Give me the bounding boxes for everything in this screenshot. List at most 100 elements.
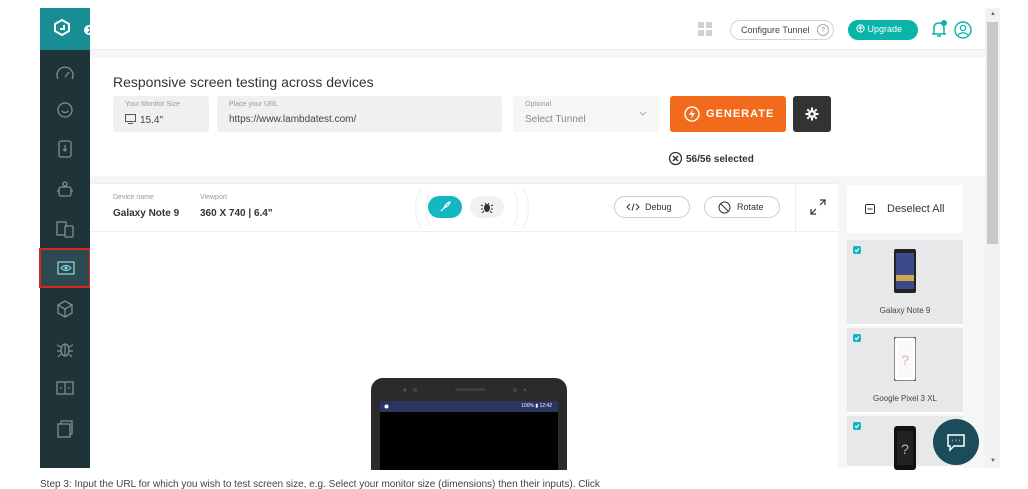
chevron-down-icon — [639, 111, 647, 116]
files-icon — [57, 420, 73, 438]
rotate-icon — [718, 201, 731, 214]
scroll-up-arrow[interactable]: ▲ — [990, 11, 996, 17]
scroll-thumb[interactable] — [987, 22, 998, 244]
chat-bubble-icon — [947, 434, 965, 452]
sidebar-item-automation[interactable] — [40, 92, 90, 128]
check-icon — [854, 248, 860, 253]
device-card-name: Galaxy Note 9 — [879, 306, 931, 315]
phone-thumbnail: ? — [894, 426, 916, 470]
monitor-size-label: Your Monitor Size — [125, 101, 180, 108]
smiley-icon — [57, 102, 73, 118]
sidebar-item-screenshots[interactable] — [40, 210, 90, 246]
rotate-button[interactable]: Rotate — [704, 196, 780, 218]
gear-icon — [805, 107, 819, 121]
page-title: Responsive screen testing across devices — [113, 74, 374, 90]
live-mode-toggle[interactable] — [428, 196, 462, 218]
configure-tunnel-button[interactable]: Configure Tunnel ? — [730, 20, 834, 40]
device-checkbox[interactable] — [853, 334, 861, 342]
chat-button[interactable] — [933, 419, 979, 465]
debug-mode-toggle[interactable] — [470, 196, 504, 218]
app-window: Configure Tunnel ? Upgrade Responsive sc… — [0, 0, 1028, 489]
device-checkbox[interactable] — [853, 422, 861, 430]
url-label: Place your URL — [229, 101, 279, 108]
device-preview-panel: Device name Galaxy Note 9 Viewport 360 X… — [90, 183, 838, 470]
minus-square-icon — [865, 204, 875, 214]
deselect-all-button[interactable]: Deselect All — [847, 185, 963, 233]
sidebar-item-test-logs[interactable] — [40, 410, 90, 446]
google-pixel-3-xl-thumbnail: ? — [894, 337, 916, 381]
user-avatar-icon[interactable] — [954, 21, 972, 39]
sidebar-item-responsive[interactable] — [39, 248, 91, 288]
viewport-value: 360 X 740 | 6.4" — [200, 208, 273, 219]
configure-tunnel-label: Configure Tunnel — [741, 25, 810, 35]
sidebar-item-app-testing[interactable] — [40, 130, 90, 166]
upgrade-arrow-icon — [856, 24, 865, 33]
code-icon — [626, 203, 640, 211]
sidebar-item-lt-browser[interactable] — [40, 290, 90, 326]
lambdatest-logo-icon — [54, 18, 70, 37]
device-toolbar: Device name Galaxy Note 9 Viewport 360 X… — [90, 184, 838, 232]
toolbar-divider — [795, 184, 796, 232]
generate-button[interactable]: GENERATE — [670, 96, 786, 132]
device-checkbox[interactable] — [853, 246, 861, 254]
device-card[interactable]: ? Google Pixel 3 XL — [847, 328, 963, 414]
config-panel: Responsive screen testing across devices… — [90, 58, 985, 176]
svg-text:?: ? — [901, 352, 909, 368]
monitor-size-value: 15.4" — [125, 114, 163, 126]
phone-status-bar: 100% ▮ 12:42 — [380, 401, 558, 412]
bug-icon — [56, 343, 74, 358]
mobile-icon — [58, 140, 72, 158]
tunnel-select[interactable]: Optional Select Tunnel — [513, 96, 659, 132]
device-frame: 100% ▮ 12:42 — [371, 378, 567, 470]
rocket-icon — [440, 201, 451, 212]
settings-button[interactable] — [793, 96, 831, 132]
help-icon: ? — [817, 24, 829, 36]
check-icon — [854, 336, 860, 341]
page-scrollbar[interactable]: ▲ ▼ — [985, 8, 1000, 468]
box-icon — [57, 300, 73, 318]
tunnel-optional-label: Optional — [525, 101, 552, 108]
monitor-size-field[interactable]: Your Monitor Size 15.4" — [113, 96, 209, 132]
clear-selection-icon — [668, 151, 683, 166]
deselect-all-label: Deselect All — [887, 203, 945, 215]
speedometer-icon — [56, 66, 74, 80]
rotate-label: Rotate — [737, 202, 764, 212]
galaxy-note-9-thumbnail — [894, 249, 916, 293]
debug-button[interactable]: Debug — [614, 196, 690, 218]
upgrade-label: Upgrade — [867, 24, 903, 34]
top-header: Configure Tunnel ? Upgrade — [90, 8, 985, 50]
selected-count-label: 56/56 selected — [686, 154, 754, 165]
device-name-value: Galaxy Note 9 — [113, 208, 180, 219]
scroll-down-arrow[interactable]: ▼ — [990, 458, 996, 464]
notification-bell-icon[interactable] — [929, 19, 949, 39]
tutorial-caption: Step 3: Input the URL for which you wish… — [40, 479, 600, 489]
sidebar-item-issue-tracker[interactable] — [40, 330, 90, 366]
phone-status-text: 100% ▮ 12:42 — [521, 403, 552, 409]
device-screen[interactable]: 100% ▮ 12:42 — [380, 401, 558, 470]
viewport-label: Viewport — [200, 194, 228, 201]
selected-devices-count[interactable]: 56/56 selected — [668, 151, 754, 166]
phone-app-icon — [384, 404, 389, 409]
url-value: https://www.lambdatest.com/ — [229, 114, 357, 125]
sidebar-item-visual-ui[interactable] — [40, 370, 90, 406]
upgrade-button[interactable]: Upgrade — [848, 20, 918, 40]
svg-text:?: ? — [901, 441, 909, 457]
debug-label: Debug — [645, 202, 672, 212]
generate-label: GENERATE — [706, 108, 775, 120]
monitor-icon — [125, 114, 136, 124]
url-input[interactable]: Place your URL https://www.lambdatest.co… — [217, 96, 502, 132]
device-card[interactable]: Galaxy Note 9 — [847, 240, 963, 326]
sidebar-item-realtime[interactable] — [40, 56, 90, 92]
device-card-name: Google Pixel 3 XL — [872, 394, 938, 403]
fullscreen-expand-icon[interactable] — [809, 198, 827, 216]
robot-icon — [57, 181, 73, 197]
lightning-icon — [684, 106, 700, 122]
phone-sensors-icon — [403, 388, 527, 392]
compare-icon — [56, 381, 74, 395]
devices-icon — [56, 221, 74, 238]
apps-grid-icon[interactable] — [698, 22, 712, 36]
sidebar-item-smart-testing[interactable] — [40, 170, 90, 206]
sidebar — [39, 8, 95, 468]
eye-icon — [57, 261, 75, 275]
main-content: Responsive screen testing across devices… — [90, 50, 985, 470]
